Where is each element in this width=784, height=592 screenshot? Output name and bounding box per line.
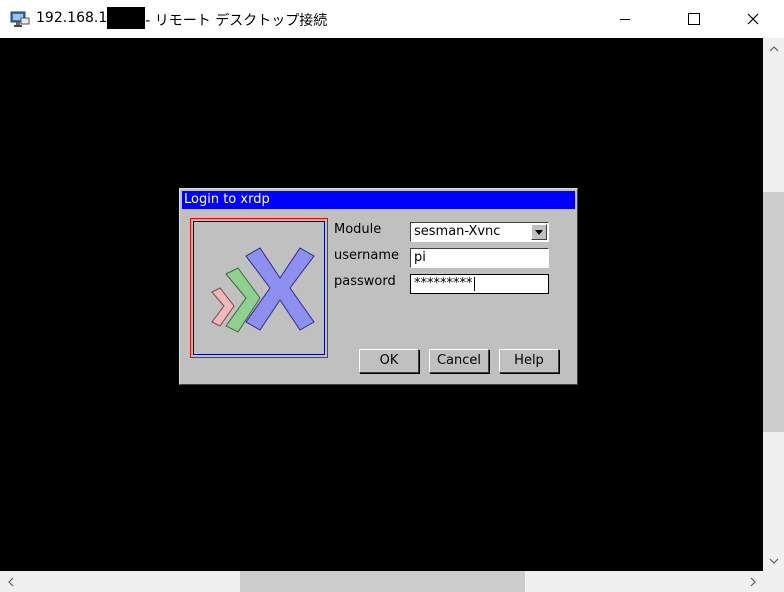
ok-button[interactable]: OK: [359, 349, 419, 373]
minimize-icon: [620, 19, 630, 20]
scroll-up-button[interactable]: [763, 38, 784, 59]
scroll-down-button[interactable]: [763, 550, 784, 571]
text-caret: [473, 276, 475, 291]
close-icon: [747, 13, 759, 25]
scroll-right-button[interactable]: [742, 571, 763, 592]
minimize-button[interactable]: [602, 0, 648, 38]
module-select-value: sesman-Xvnc: [414, 224, 501, 239]
horizontal-scroll-thumb[interactable]: [240, 571, 525, 592]
module-label: Module: [334, 222, 382, 237]
maximize-button[interactable]: [671, 0, 717, 38]
chevron-down-icon: [769, 558, 778, 564]
scroll-left-button[interactable]: [0, 571, 21, 592]
password-field[interactable]: *********: [410, 274, 549, 294]
chevron-down-icon: [535, 229, 543, 235]
help-button[interactable]: Help: [499, 349, 559, 373]
remote-desktop-icon: [10, 11, 30, 27]
module-select[interactable]: sesman-Xvnc: [410, 222, 549, 242]
dialog-title[interactable]: Login to xrdp: [182, 191, 575, 209]
close-button[interactable]: [730, 0, 776, 38]
module-dropdown-button[interactable]: [531, 224, 547, 240]
remote-desktop-area[interactable]: Login to xrdp Module sesman-Xvnc usernam…: [0, 38, 763, 571]
window-title-suffix: - リモート デスクトップ接続: [145, 13, 328, 29]
username-label: username: [334, 248, 399, 263]
chevron-left-icon: [7, 577, 13, 586]
xrdp-x-logo-icon: [211, 247, 315, 333]
cancel-button[interactable]: Cancel: [429, 349, 489, 373]
username-field[interactable]: pi: [410, 248, 549, 268]
window-title-bar[interactable]: 192.168.1 - リモート デスクトップ接続: [0, 0, 784, 38]
xrdp-logo: [193, 221, 325, 355]
maximize-icon: [688, 13, 700, 25]
chevron-up-icon: [769, 45, 778, 51]
password-label: password: [334, 274, 396, 289]
scrollbar-corner: [763, 571, 784, 592]
chevron-right-icon: [750, 577, 756, 586]
redacted-region: [107, 7, 146, 29]
window-title: 192.168.1 - リモート デスクトップ接続: [36, 7, 328, 30]
vertical-scroll-thumb[interactable]: [763, 192, 784, 432]
password-field-value: *********: [414, 276, 473, 291]
xrdp-login-dialog: Login to xrdp Module sesman-Xvnc usernam…: [179, 188, 578, 385]
xrdp-logo-frame: [190, 218, 328, 358]
window-title-prefix: 192.168.1: [36, 10, 108, 26]
